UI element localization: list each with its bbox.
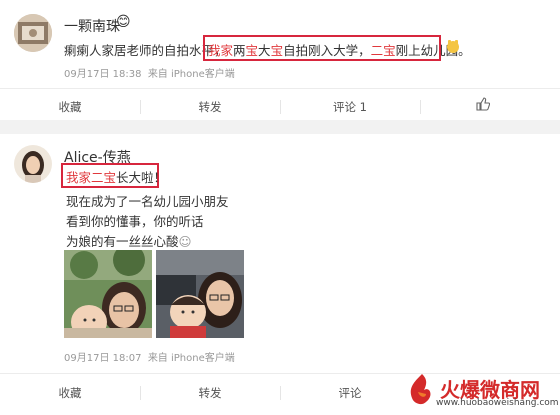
post-line: 为娘的有一丝丝心酸☺ bbox=[66, 231, 192, 250]
smile-emoji-icon: ☺ bbox=[178, 234, 192, 249]
collect-label: 收藏 bbox=[58, 100, 82, 114]
text-red: 我家 bbox=[208, 43, 234, 58]
repost-button[interactable]: 转发 bbox=[140, 385, 280, 401]
source-label: 来自 iPhone客户端 bbox=[147, 69, 235, 80]
comment-button[interactable]: 评论 bbox=[280, 385, 420, 401]
emoji-icon: 😊 bbox=[116, 14, 131, 30]
divider bbox=[0, 88, 560, 89]
repost-button[interactable]: 转发 bbox=[140, 99, 280, 115]
post-photo[interactable] bbox=[64, 250, 152, 338]
text-red: 宝 bbox=[245, 43, 259, 58]
text-plain: 自拍刚入大学， bbox=[283, 43, 371, 58]
post-photo[interactable] bbox=[156, 250, 244, 338]
post-line: 看到你的懂事，你的听话 bbox=[66, 214, 204, 229]
post-line: 现在成为了一名幼儿园小朋友 bbox=[66, 194, 229, 209]
collect-label: 收藏 bbox=[58, 386, 82, 400]
post-meta: 09月17日 18:38 来自 iPhone客户端 bbox=[64, 65, 235, 80]
avatar[interactable] bbox=[14, 14, 52, 52]
text-red: 二宝 bbox=[91, 170, 117, 185]
text-red: 宝 bbox=[270, 43, 284, 58]
collect-button[interactable]: 收藏 bbox=[0, 385, 140, 401]
text-red: 我家 bbox=[66, 170, 92, 185]
repost-label: 转发 bbox=[198, 386, 222, 400]
like-icon[interactable] bbox=[476, 97, 490, 111]
watermark-url: www.huobaoweishang.com bbox=[436, 398, 559, 408]
text-plain: 大 bbox=[258, 43, 271, 58]
wave-emoji-icon bbox=[445, 38, 461, 54]
feed-separator bbox=[0, 120, 560, 134]
text-red: 二宝 bbox=[370, 43, 396, 58]
timestamp: 09月17日 18:38 bbox=[64, 69, 142, 80]
post-meta: 09月17日 18:07 来自 iPhone客户端 bbox=[64, 349, 235, 364]
divider bbox=[420, 100, 421, 114]
comment-label: 评论 bbox=[333, 100, 356, 114]
text-plain: 长大啦！ bbox=[116, 170, 167, 185]
text-plain: 两 bbox=[233, 43, 246, 58]
highlight-text: 我家两宝大宝自拍刚入大学，二宝刚上幼儿园。 bbox=[208, 40, 471, 59]
post-line-text: 为娘的有一丝丝心酸 bbox=[66, 234, 179, 249]
comment-button[interactable]: 评论 1 bbox=[280, 99, 420, 115]
watermark-logo-icon bbox=[404, 372, 440, 408]
username[interactable]: 一颗南珠 bbox=[64, 16, 120, 36]
repost-label: 转发 bbox=[198, 100, 222, 114]
timestamp: 09月17日 18:07 bbox=[64, 353, 142, 364]
source-label: 来自 iPhone客户端 bbox=[147, 353, 235, 364]
comment-label: 评论 bbox=[338, 386, 362, 400]
avatar[interactable] bbox=[14, 145, 52, 183]
collect-button[interactable]: 收藏 bbox=[0, 99, 140, 115]
comment-count: 1 bbox=[359, 100, 367, 114]
highlight-text: 我家二宝长大啦！ bbox=[66, 167, 166, 186]
